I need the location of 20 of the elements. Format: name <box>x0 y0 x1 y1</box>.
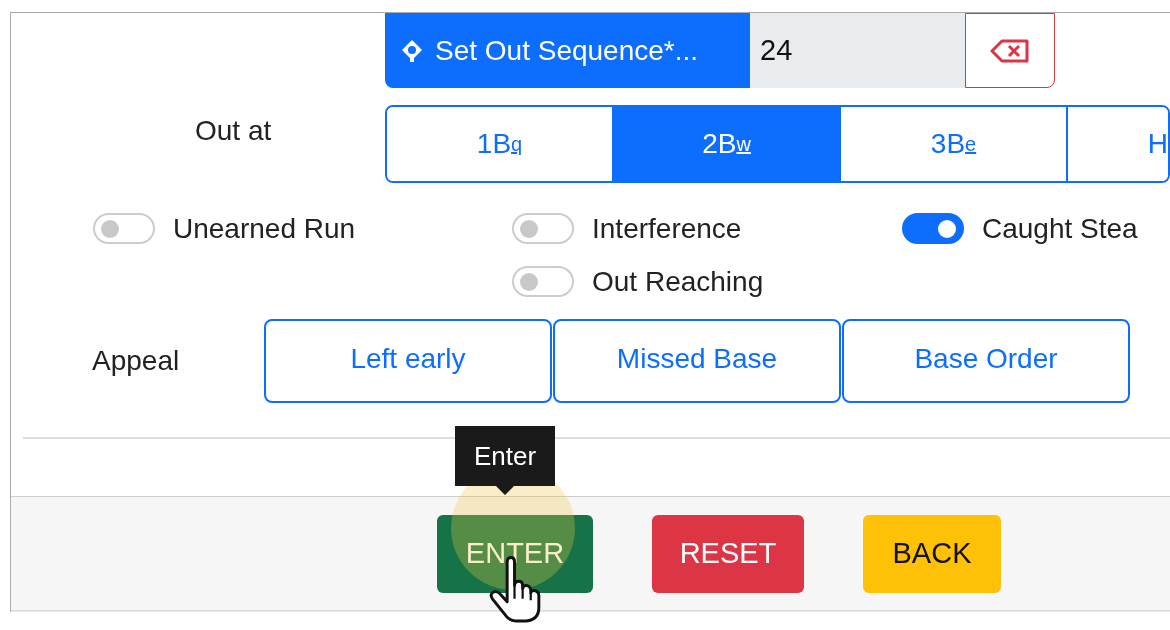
toggle-label: Interference <box>592 212 742 245</box>
sequence-label: Set Out Sequence*... <box>385 13 750 88</box>
appeal-button[interactable]: Missed Base <box>553 319 841 403</box>
toggle-switch[interactable] <box>902 213 964 244</box>
toggle-label: Caught Stea <box>982 212 1138 245</box>
toggle-label: Unearned Run <box>173 212 356 245</box>
back-button[interactable]: BACK <box>863 514 1001 593</box>
reset-button[interactable]: RESET <box>652 514 804 593</box>
toggle-switch[interactable] <box>93 213 155 244</box>
field-label: Appeal <box>92 345 181 377</box>
toggle-label: Out Reaching <box>592 265 764 298</box>
toggle-switch[interactable] <box>512 213 574 244</box>
appeal-button[interactable]: Left early <box>264 319 552 403</box>
clear-button[interactable] <box>965 13 1055 88</box>
backspace-icon <box>990 38 1030 63</box>
appeal-button[interactable]: Base Order <box>842 319 1130 403</box>
enter-button[interactable]: ENTER <box>437 514 593 593</box>
toggle-switch[interactable] <box>512 266 574 297</box>
field-label: Out at <box>195 114 273 147</box>
sequence-field[interactable]: 24 <box>750 13 965 88</box>
